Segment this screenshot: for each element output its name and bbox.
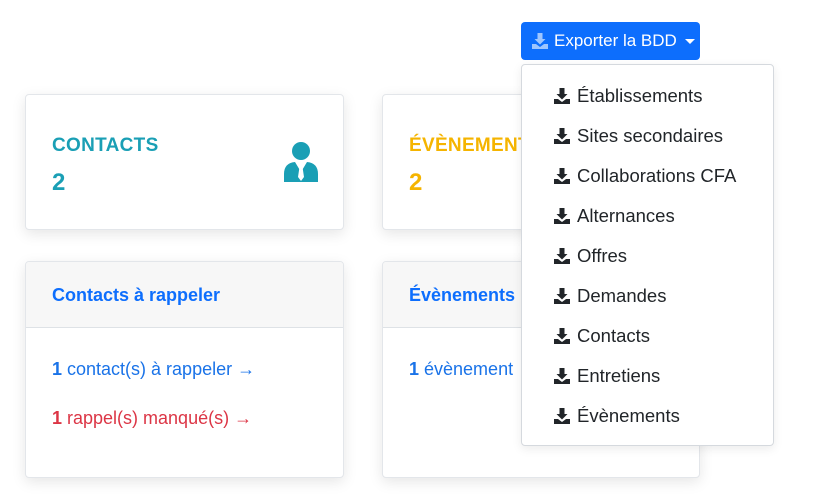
dropdown-item-label: Évènements xyxy=(577,405,680,426)
contacts-stat-label: CONTACTS xyxy=(52,135,159,156)
events-text: évènement xyxy=(424,359,514,379)
contacts-to-call-text: contact(s) à rappeler → xyxy=(67,359,256,379)
download-icon xyxy=(532,33,548,49)
dropdown-item-collaborations-cfa[interactable]: Collaborations CFA xyxy=(553,164,736,188)
download-icon xyxy=(554,88,570,104)
dropdown-item-etablissements[interactable]: Établissements xyxy=(553,84,702,108)
dropdown-item-demandes[interactable]: Demandes xyxy=(553,284,666,308)
user-tie-icon xyxy=(284,142,318,182)
panel-title: Évènements xyxy=(409,285,516,305)
missed-calls-count: 1 xyxy=(52,408,68,428)
dropdown-item-label: Demandes xyxy=(577,285,667,306)
events-count: 1 xyxy=(409,359,425,379)
missed-calls-link[interactable]: 1 rappel(s) manqué(s) → xyxy=(52,408,252,429)
dropdown-item-label: Établissements xyxy=(577,85,703,106)
panel-header: Contacts à rappeler xyxy=(26,262,343,328)
contacts-stat-card: CONTACTS 2 xyxy=(25,94,344,230)
download-icon xyxy=(554,408,570,424)
panel-title: Contacts à rappeler xyxy=(52,285,221,305)
caret-down-icon xyxy=(684,38,695,44)
dropdown-item-label: Alternances xyxy=(577,205,675,226)
dropdown-item-contacts[interactable]: Contacts xyxy=(553,324,650,348)
contacts-stat-value: 2 xyxy=(52,169,66,196)
events-link[interactable]: 1 évènement xyxy=(409,359,513,380)
export-db-button[interactable]: Exporter la BDD xyxy=(521,22,700,60)
dropdown-item-label: Collaborations CFA xyxy=(577,165,737,186)
contacts-to-call-link[interactable]: 1 contact(s) à rappeler → xyxy=(52,359,255,380)
events-stat-value: 2 xyxy=(409,169,423,196)
download-icon xyxy=(554,368,570,384)
dropdown-item-alternances[interactable]: Alternances xyxy=(553,204,675,228)
download-icon xyxy=(554,288,570,304)
download-icon xyxy=(554,208,570,224)
dropdown-item-sites-secondaires[interactable]: Sites secondaires xyxy=(553,124,723,148)
dropdown-item-evenements[interactable]: Évènements xyxy=(553,404,680,428)
dropdown-item-entretiens[interactable]: Entretiens xyxy=(553,364,660,388)
dropdown-item-offres[interactable]: Offres xyxy=(553,244,627,268)
export-dropdown-menu: Établissements Sites secondaires Collabo… xyxy=(521,64,774,446)
contacts-to-call-count: 1 xyxy=(52,359,68,379)
dropdown-item-label: Offres xyxy=(577,245,628,266)
dropdown-item-label: Entretiens xyxy=(577,365,661,386)
dropdown-item-label: Sites secondaires xyxy=(577,125,724,146)
contacts-to-call-panel: Contacts à rappeler 1 contact(s) à rappe… xyxy=(25,261,344,478)
export-db-button-label: Exporter la BDD xyxy=(554,31,677,50)
dropdown-item-label: Contacts xyxy=(577,325,651,346)
download-icon xyxy=(554,168,570,184)
download-icon xyxy=(554,248,570,264)
download-icon xyxy=(554,328,570,344)
download-icon xyxy=(554,128,570,144)
missed-calls-text: rappel(s) manqué(s) → xyxy=(67,408,253,428)
